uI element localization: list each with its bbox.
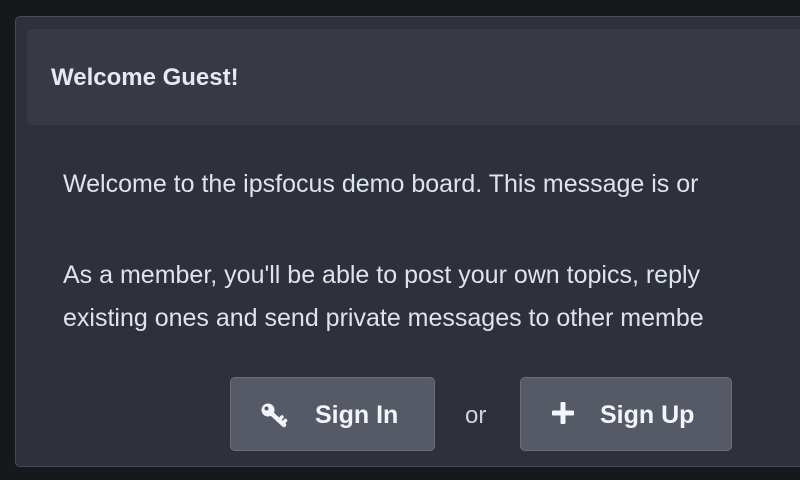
sign-in-button[interactable]: Sign In xyxy=(230,377,435,451)
member-info-message: As a member, you'll be able to post your… xyxy=(63,254,704,340)
member-info-line-2: existing ones and send private messages … xyxy=(63,304,704,332)
or-separator: or xyxy=(465,402,487,429)
key-icon xyxy=(261,403,288,428)
member-info-line-1: As a member, you'll be able to post your… xyxy=(63,261,701,289)
sign-up-label: Sign Up xyxy=(600,401,695,429)
welcome-guest-panel: Welcome Guest! Welcome to the ipsfocus d… xyxy=(15,16,800,467)
sign-up-button[interactable]: Sign Up xyxy=(520,377,732,451)
sign-in-label: Sign In xyxy=(315,401,399,429)
panel-title: Welcome Guest! xyxy=(51,64,239,91)
plus-icon xyxy=(552,402,574,424)
welcome-message: Welcome to the ipsfocus demo board. This… xyxy=(63,170,699,198)
